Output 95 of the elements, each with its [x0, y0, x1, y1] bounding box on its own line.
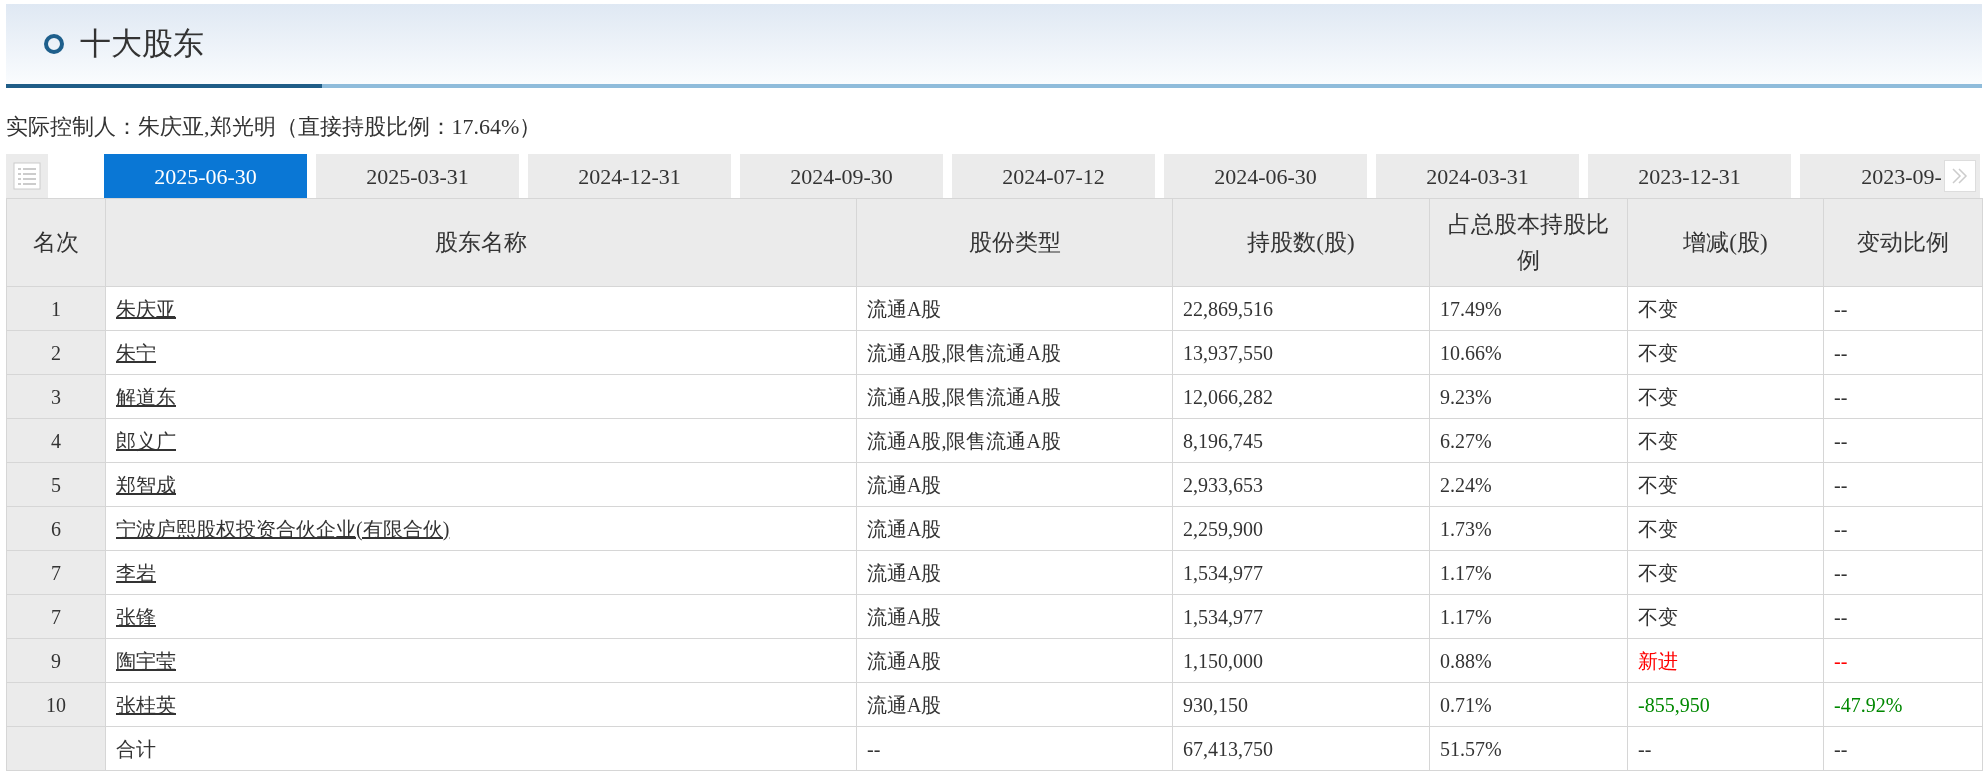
shareholder-link[interactable]: 李岩 — [116, 561, 156, 584]
table-cell: 2,259,900 — [1172, 506, 1430, 551]
table-cell: 8,196,745 — [1172, 418, 1430, 463]
table-cell: 67,413,750 — [1172, 726, 1430, 771]
table-cell: 51.57% — [1429, 726, 1628, 771]
table-cell: 流通A股,限售流通A股 — [856, 330, 1173, 375]
change-ratio-cell: -- — [1823, 594, 1983, 639]
table-cell: 0.88% — [1429, 638, 1628, 683]
table-cell: 10.66% — [1429, 330, 1628, 375]
table-cell: -- — [1627, 726, 1824, 771]
change-cell: 不变 — [1627, 550, 1824, 595]
table-cell: 17.49% — [1429, 286, 1628, 331]
table-cell: 6.27% — [1429, 418, 1628, 463]
next-icon[interactable] — [1944, 160, 1976, 192]
table-cell: 9.23% — [1429, 374, 1628, 419]
shareholder-link[interactable]: 朱宁 — [116, 341, 156, 364]
rank-cell: 2 — [6, 330, 106, 375]
table-cell: 1.17% — [1429, 550, 1628, 595]
table-cell: 流通A股 — [856, 550, 1173, 595]
rank-cell: 7 — [6, 594, 106, 639]
date-tab[interactable]: 2024-09-30 — [740, 154, 943, 198]
controller-text: 实际控制人：朱庆亚,郑光明（直接持股比例：17.64%） — [6, 113, 543, 141]
shareholder-link[interactable]: 朱庆亚 — [116, 297, 176, 320]
change-cell: 不变 — [1627, 462, 1824, 507]
table-cell: 流通A股,限售流通A股 — [856, 374, 1173, 419]
shareholder-link[interactable]: 郑智成 — [116, 473, 176, 496]
rank-cell: 7 — [6, 550, 106, 595]
table-cell: 22,869,516 — [1172, 286, 1430, 331]
date-tab[interactable]: 2024-07-12 — [952, 154, 1155, 198]
date-tab[interactable]: 2025-06-30 — [104, 154, 307, 198]
table-cell: 流通A股 — [856, 682, 1173, 727]
column-header: 占总股本持股比例 — [1429, 198, 1628, 287]
change-cell: 不变 — [1627, 506, 1824, 551]
table-cell: 流通A股 — [856, 594, 1173, 639]
change-ratio-cell: -47.92% — [1823, 682, 1983, 727]
shareholder-link[interactable]: 解道东 — [116, 385, 176, 408]
total-label: 合计 — [105, 726, 857, 771]
table-cell: 930,150 — [1172, 682, 1430, 727]
rank-cell: 10 — [6, 682, 106, 727]
rank-cell: 1 — [6, 286, 106, 331]
column-header: 名次 — [6, 198, 106, 287]
list-icon[interactable] — [6, 154, 48, 198]
shareholder-link[interactable]: 张锋 — [116, 605, 156, 628]
table-cell: 流通A股 — [856, 286, 1173, 331]
rank-cell: 6 — [6, 506, 106, 551]
change-ratio-cell: -- — [1823, 286, 1983, 331]
section-title: 十大股东 — [80, 24, 204, 63]
table-cell: 0.71% — [1429, 682, 1628, 727]
column-header: 持股数(股) — [1172, 198, 1430, 287]
change-cell: 不变 — [1627, 286, 1824, 331]
change-ratio-cell: -- — [1823, 550, 1983, 595]
rank-cell: 3 — [6, 374, 106, 419]
table-cell: 13,937,550 — [1172, 330, 1430, 375]
change-cell: 新进 — [1627, 638, 1824, 683]
shareholder-link[interactable]: 陶宇莹 — [116, 649, 176, 672]
table-cell: 12,066,282 — [1172, 374, 1430, 419]
table-cell: 2,933,653 — [1172, 462, 1430, 507]
change-cell: 不变 — [1627, 418, 1824, 463]
rank-cell: 5 — [6, 462, 106, 507]
table-cell: 流通A股 — [856, 638, 1173, 683]
table-cell: -- — [856, 726, 1173, 771]
date-tab[interactable]: 2024-06-30 — [1164, 154, 1367, 198]
column-header: 增减(股) — [1627, 198, 1824, 287]
table-cell: 1,150,000 — [1172, 638, 1430, 683]
table-cell: 流通A股,限售流通A股 — [856, 418, 1173, 463]
table-cell: 1,534,977 — [1172, 550, 1430, 595]
date-tab[interactable]: 2025-03-31 — [316, 154, 519, 198]
change-ratio-cell: -- — [1823, 638, 1983, 683]
table-cell: 1,534,977 — [1172, 594, 1430, 639]
table-cell: -- — [1823, 726, 1983, 771]
column-header: 股份类型 — [856, 198, 1173, 287]
change-ratio-cell: -- — [1823, 330, 1983, 375]
shareholder-link[interactable]: 张桂英 — [116, 693, 176, 716]
table-cell: 1.17% — [1429, 594, 1628, 639]
table-cell: 2.24% — [1429, 462, 1628, 507]
change-ratio-cell: -- — [1823, 506, 1983, 551]
date-tab[interactable]: 2024-12-31 — [528, 154, 731, 198]
table-cell: 流通A股 — [856, 506, 1173, 551]
change-ratio-cell: -- — [1823, 374, 1983, 419]
table-cell: 1.73% — [1429, 506, 1628, 551]
rank-cell: 4 — [6, 418, 106, 463]
change-cell: 不变 — [1627, 374, 1824, 419]
change-cell: -855,950 — [1627, 682, 1824, 727]
rank-cell: 9 — [6, 638, 106, 683]
change-cell: 不变 — [1627, 330, 1824, 375]
change-cell: 不变 — [1627, 594, 1824, 639]
column-header: 变动比例 — [1823, 198, 1983, 287]
table-cell: 流通A股 — [856, 462, 1173, 507]
date-tab[interactable]: 2023-12-31 — [1588, 154, 1791, 198]
change-ratio-cell: -- — [1823, 418, 1983, 463]
change-ratio-cell: -- — [1823, 462, 1983, 507]
shareholder-link[interactable]: 宁波庐熙股权投资合伙企业(有限合伙) — [116, 517, 450, 540]
shareholder-link[interactable]: 郎义广 — [116, 429, 176, 452]
column-header: 股东名称 — [105, 198, 857, 287]
date-tab[interactable]: 2024-03-31 — [1376, 154, 1579, 198]
